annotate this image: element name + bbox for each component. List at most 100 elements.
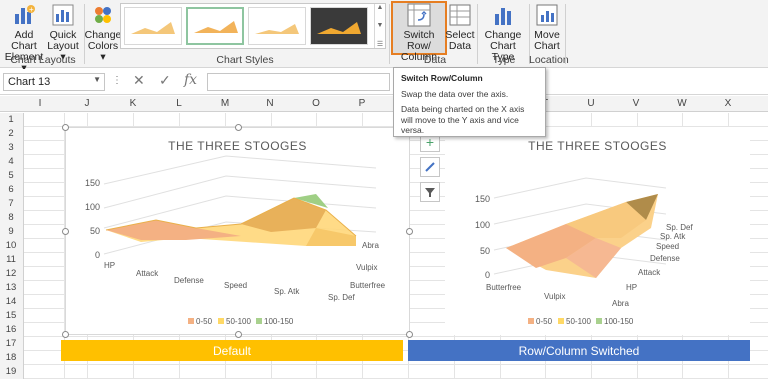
style-thumb-icon bbox=[317, 22, 361, 34]
row-header[interactable]: 7 bbox=[0, 198, 22, 209]
chart-styles-button[interactable] bbox=[420, 157, 440, 177]
row-header[interactable]: 1 bbox=[0, 114, 22, 125]
legend-entry: 0-50 bbox=[196, 317, 213, 326]
scroll-up-icon[interactable]: ▲ bbox=[377, 4, 384, 11]
y-tick: Attack bbox=[638, 268, 661, 277]
x-tick: Butterfree bbox=[486, 283, 522, 292]
column-header[interactable]: M bbox=[215, 98, 235, 109]
row-header[interactable]: 13 bbox=[0, 282, 22, 293]
column-header[interactable]: P bbox=[352, 98, 372, 109]
row-header[interactable]: 5 bbox=[0, 170, 22, 181]
insert-function-icon[interactable]: fx bbox=[184, 72, 197, 88]
select-data-label2: Data bbox=[448, 40, 472, 52]
y-tick: Vulpix bbox=[356, 263, 378, 272]
column-header[interactable]: W bbox=[672, 98, 692, 109]
enter-icon[interactable]: ✓ bbox=[159, 72, 171, 89]
chart-switched[interactable]: THE THREE STOOGES 150 100 50 0 Butterfre… bbox=[445, 127, 750, 335]
row-header[interactable]: 16 bbox=[0, 324, 22, 335]
chart-style-2[interactable] bbox=[186, 7, 244, 45]
column-header[interactable]: V bbox=[626, 98, 646, 109]
row-header[interactable]: 3 bbox=[0, 142, 22, 153]
row-header[interactable]: 6 bbox=[0, 184, 22, 195]
chart-style-1[interactable] bbox=[124, 7, 182, 45]
chart-styles-gallery[interactable]: ▲ ▼ ☰ bbox=[120, 3, 386, 49]
x-tick: Vulpix bbox=[544, 292, 566, 301]
row-header[interactable]: 9 bbox=[0, 226, 22, 237]
svg-text:+: + bbox=[29, 5, 34, 14]
resize-handle[interactable] bbox=[62, 331, 69, 338]
resize-handle[interactable] bbox=[62, 228, 69, 235]
z-tick: 100 bbox=[85, 202, 100, 212]
z-tick: 0 bbox=[485, 270, 490, 280]
surface-chart-1: 150 100 50 0 HP Attack Defense Speed Sp.… bbox=[85, 155, 386, 326]
x-tick: HP bbox=[104, 261, 115, 270]
column-header[interactable]: L bbox=[169, 98, 189, 109]
x-tick: Abra bbox=[612, 299, 629, 308]
switch-row-column-label1: Switch Row/ bbox=[403, 29, 435, 52]
x-tick: Sp. Def bbox=[328, 293, 355, 302]
gallery-scroll[interactable]: ▲ ▼ ☰ bbox=[374, 4, 385, 48]
chart-default[interactable]: THE THREE STOOGES 150 100 50 0 HP Attack… bbox=[62, 124, 413, 338]
z-tick: 150 bbox=[475, 194, 490, 204]
legend-entry: 100-150 bbox=[264, 317, 294, 326]
x-tick: Speed bbox=[224, 281, 247, 290]
row-header[interactable]: 17 bbox=[0, 338, 22, 349]
move-chart-button[interactable]: Move Chart bbox=[532, 2, 562, 52]
separator bbox=[477, 4, 478, 64]
change-chart-type-icon bbox=[495, 8, 511, 25]
column-header[interactable]: O bbox=[306, 98, 326, 109]
chart-style-3[interactable] bbox=[248, 7, 306, 45]
resize-handle[interactable] bbox=[235, 331, 242, 338]
switched-banner: Row/Column Switched bbox=[408, 340, 750, 361]
row-header[interactable]: 4 bbox=[0, 156, 22, 167]
column-header[interactable]: I bbox=[30, 98, 50, 109]
column-header[interactable]: X bbox=[718, 98, 738, 109]
row-header[interactable]: 10 bbox=[0, 240, 22, 251]
select-data-icon bbox=[449, 4, 471, 26]
y-tick: Defense bbox=[650, 254, 680, 263]
cancel-icon[interactable]: ✕ bbox=[133, 72, 145, 89]
resize-handle[interactable] bbox=[406, 228, 413, 235]
row-header[interactable]: 2 bbox=[0, 128, 22, 139]
column-header[interactable]: J bbox=[77, 98, 97, 109]
tooltip-title: Switch Row/Column bbox=[401, 73, 483, 83]
y-tick: Abra bbox=[362, 241, 379, 250]
column-header[interactable]: K bbox=[123, 98, 143, 109]
add-chart-element-label1: Add Chart bbox=[11, 29, 37, 52]
legend-entry: 0-50 bbox=[536, 317, 553, 326]
select-data-button[interactable]: Select Data bbox=[445, 2, 475, 52]
resize-handle[interactable] bbox=[406, 331, 413, 338]
style-thumb-icon bbox=[194, 21, 238, 33]
x-tick: Sp. Atk bbox=[274, 287, 300, 296]
z-tick: 150 bbox=[85, 178, 100, 188]
row-header[interactable]: 19 bbox=[0, 366, 22, 377]
change-colors-button[interactable]: Change Colors ▾ bbox=[85, 2, 121, 63]
row-header[interactable]: 8 bbox=[0, 212, 22, 223]
formula-input[interactable] bbox=[207, 73, 390, 91]
gallery-more-icon[interactable]: ☰ bbox=[377, 40, 383, 48]
chevron-down-icon[interactable]: ▼ bbox=[93, 75, 101, 84]
x-tick: Attack bbox=[136, 269, 159, 278]
resize-handle[interactable] bbox=[62, 124, 69, 131]
name-box[interactable]: Chart 13 ▼ bbox=[3, 73, 105, 91]
resize-handle[interactable] bbox=[235, 124, 242, 131]
row-header[interactable]: 12 bbox=[0, 268, 22, 279]
gridline bbox=[24, 336, 768, 337]
scroll-down-icon[interactable]: ▼ bbox=[377, 22, 384, 29]
name-box-value: Chart 13 bbox=[8, 76, 51, 88]
chart-filters-button[interactable] bbox=[420, 182, 440, 202]
y-tick: HP bbox=[626, 283, 637, 292]
z-tick: 100 bbox=[475, 220, 490, 230]
switch-row-column-tooltip: Switch Row/Column Swap the data over the… bbox=[393, 67, 546, 137]
chart-style-4[interactable] bbox=[310, 7, 368, 45]
row-header[interactable]: 15 bbox=[0, 310, 22, 321]
row-header[interactable]: 18 bbox=[0, 352, 22, 363]
y-tick: Sp. Def bbox=[666, 223, 693, 232]
legend-entry: 50-100 bbox=[226, 317, 251, 326]
row-header[interactable]: 11 bbox=[0, 254, 22, 265]
column-header[interactable]: N bbox=[260, 98, 280, 109]
style-thumb-icon bbox=[131, 22, 175, 34]
column-header[interactable]: U bbox=[581, 98, 601, 109]
row-header[interactable]: 14 bbox=[0, 296, 22, 307]
surface-chart-2: 150 100 50 0 Butterfree Vulpix Abra Sp. … bbox=[475, 177, 693, 326]
